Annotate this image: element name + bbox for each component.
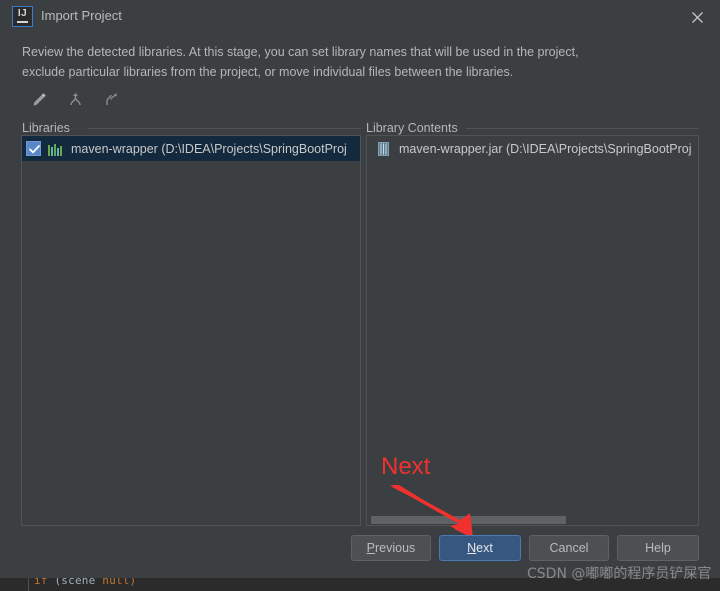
previous-mnemonic: P: [366, 541, 376, 555]
library-contents-group-rule: [466, 128, 699, 129]
library-checkbox[interactable]: [26, 141, 41, 156]
scrollbar-thumb[interactable]: [371, 516, 567, 524]
annotation-next-label: Next: [381, 453, 431, 480]
list-item[interactable]: maven-wrapper (D:\IDEA\Projects\SpringBo…: [22, 136, 360, 161]
import-project-dialog: IJ Import Project Review the detected li…: [0, 0, 720, 578]
horizontal-scrollbar[interactable]: [367, 514, 698, 525]
dialog-title: Import Project: [41, 8, 122, 23]
next-mnemonic: N: [467, 541, 477, 555]
split-icon[interactable]: [98, 86, 124, 112]
cancel-button[interactable]: Cancel: [529, 535, 609, 561]
library-contents-group-label: Library Contents: [366, 121, 464, 135]
csdn-watermark: CSDN @嘟嘟的程序员铲屎官: [527, 566, 712, 582]
library-icon: [47, 141, 63, 157]
logo-underbar: [17, 21, 28, 23]
libraries-group-rule: [88, 128, 361, 129]
list-item-label: maven-wrapper.jar (D:\IDEA\Projects\Spri…: [399, 141, 692, 156]
logo-text: IJ: [17, 8, 28, 19]
libraries-toolbar: [26, 86, 124, 112]
description-line-1: Review the detected libraries. At this s…: [22, 45, 579, 59]
next-button[interactable]: Next: [439, 535, 521, 561]
previous-button[interactable]: Previous: [351, 535, 431, 561]
dialog-titlebar: IJ Import Project: [0, 0, 720, 33]
help-button[interactable]: Help: [617, 535, 699, 561]
edit-icon[interactable]: [26, 86, 52, 112]
libraries-list[interactable]: maven-wrapper (D:\IDEA\Projects\SpringBo…: [21, 135, 361, 526]
list-item-label: maven-wrapper (D:\IDEA\Projects\SpringBo…: [71, 141, 347, 156]
close-icon[interactable]: [674, 0, 720, 33]
jar-file-icon: [375, 141, 391, 157]
merge-icon[interactable]: [62, 86, 88, 112]
dialog-description: Review the detected libraries. At this s…: [22, 42, 682, 82]
intellij-logo-icon: IJ: [12, 6, 33, 27]
libraries-group-label: Libraries: [22, 121, 76, 135]
description-line-2: exclude particular libraries from the pr…: [22, 65, 514, 79]
next-label-rest: ext: [476, 541, 493, 555]
previous-label-rest: revious: [375, 541, 416, 555]
list-item[interactable]: maven-wrapper.jar (D:\IDEA\Projects\Spri…: [367, 136, 698, 161]
